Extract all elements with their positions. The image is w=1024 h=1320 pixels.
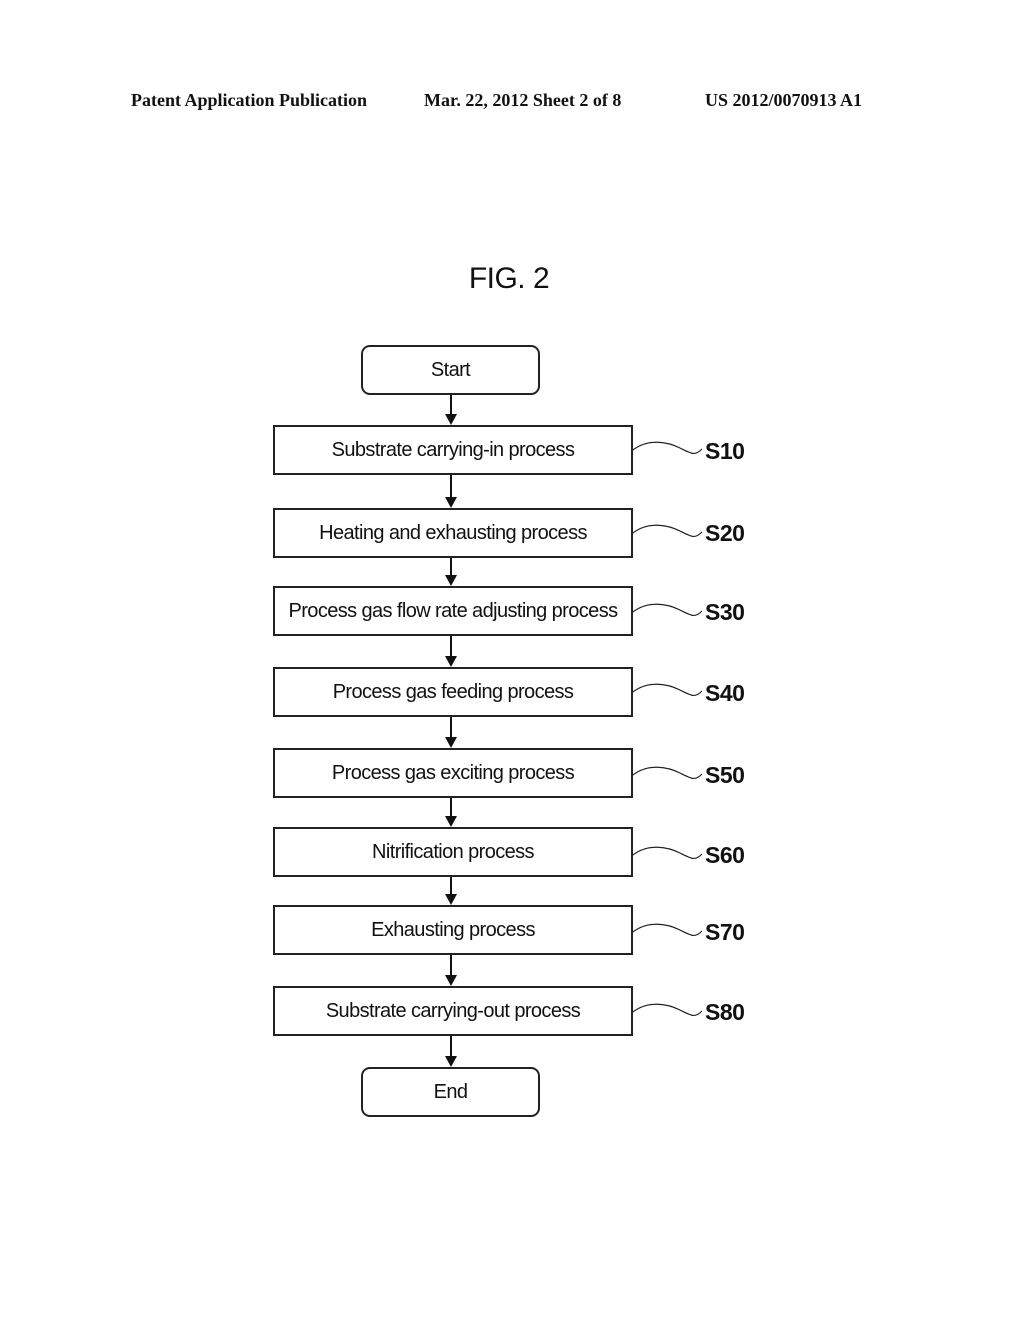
- leader-line-s20: [632, 524, 703, 537]
- leader-line-s80: [632, 1003, 703, 1016]
- arrowhead-icon: [445, 575, 457, 586]
- arrowhead-icon: [445, 816, 457, 827]
- arrowhead-icon: [445, 737, 457, 748]
- step-box-s80: Substrate carrying-out process: [273, 986, 633, 1036]
- step-box-s30: Process gas flow rate adjusting process: [273, 586, 633, 636]
- step-ref-s30: S30: [705, 599, 745, 625]
- arrowhead-icon: [445, 894, 457, 905]
- step-ref-s20: S20: [705, 520, 745, 546]
- step-ref-s50: S50: [705, 762, 745, 788]
- step-box-s40: Process gas feeding process: [273, 667, 633, 717]
- step-box-s10: Substrate carrying-in process: [273, 425, 633, 475]
- step-box-s70: Exhausting process: [273, 905, 633, 955]
- arrowhead-icon: [445, 497, 457, 508]
- step-ref-s80: S80: [705, 999, 745, 1025]
- leader-line-s30: [632, 603, 703, 616]
- flowchart-connectors: [445, 395, 703, 1067]
- arrowhead-icon: [445, 656, 457, 667]
- leader-line-s70: [632, 923, 703, 936]
- step-box-s20: Heating and exhausting process: [273, 508, 633, 558]
- end-terminal: End: [361, 1067, 540, 1117]
- arrowhead-icon: [445, 975, 457, 986]
- leader-line-s10: [632, 441, 703, 454]
- step-ref-s60: S60: [705, 842, 745, 868]
- arrowhead-icon: [445, 414, 457, 425]
- step-ref-s10: S10: [705, 438, 745, 464]
- leader-line-s40: [632, 683, 703, 696]
- arrowhead-icon: [445, 1056, 457, 1067]
- step-box-s60: Nitrification process: [273, 827, 633, 877]
- step-box-s50: Process gas exciting process: [273, 748, 633, 798]
- step-ref-s70: S70: [705, 919, 745, 945]
- leader-line-s60: [632, 846, 703, 859]
- start-terminal: Start: [361, 345, 540, 395]
- leader-line-s50: [632, 766, 703, 779]
- step-ref-s40: S40: [705, 680, 745, 706]
